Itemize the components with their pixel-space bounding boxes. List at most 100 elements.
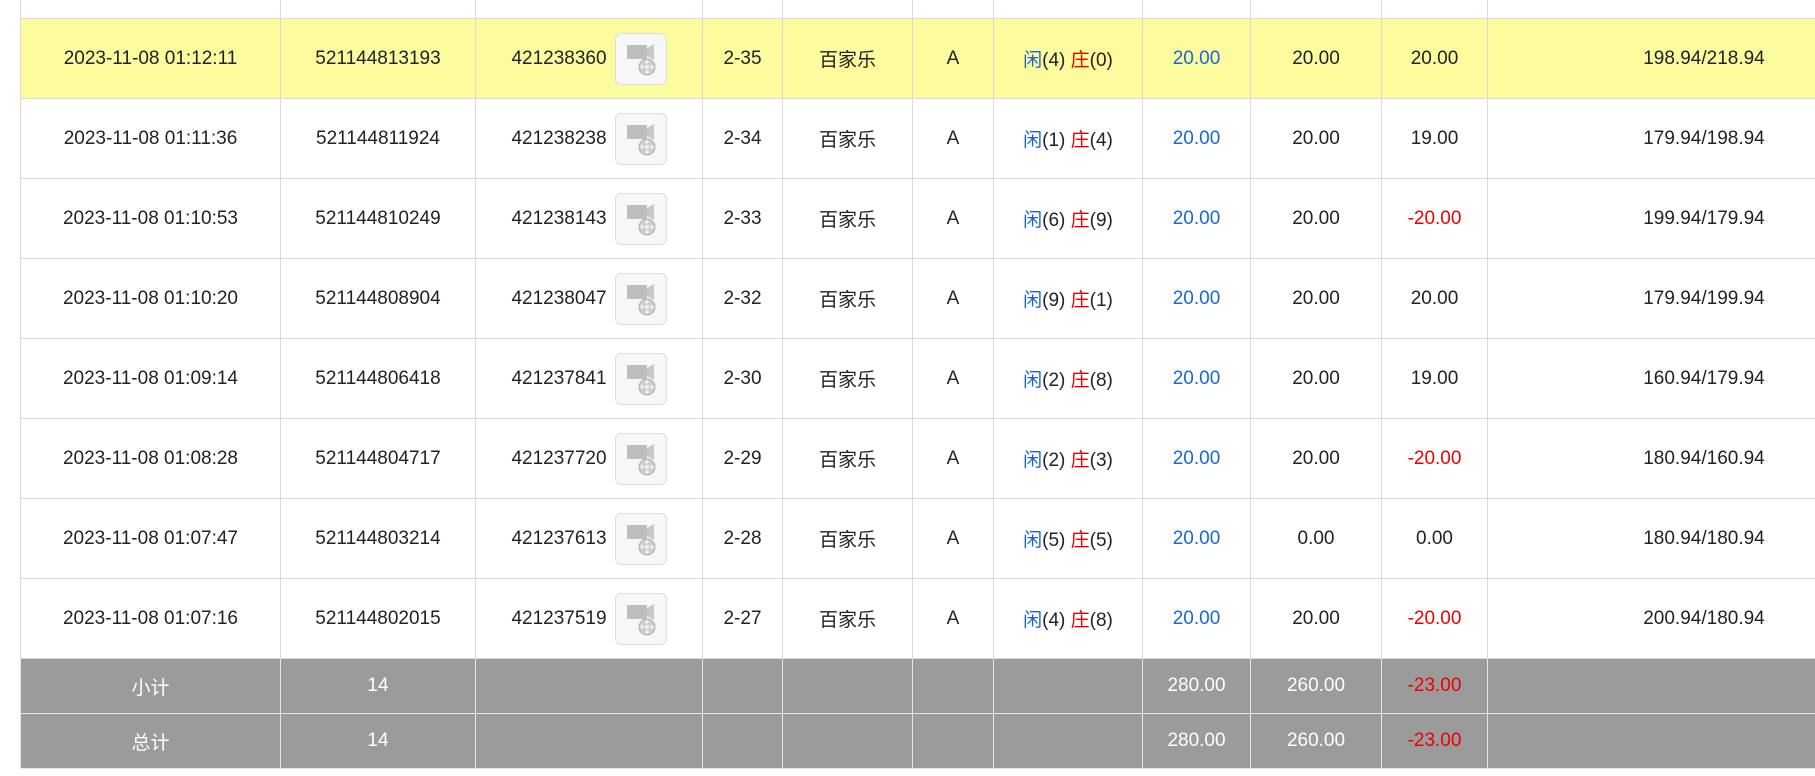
cell-valid-bet: 20.00 (1250, 338, 1382, 419)
cell-game-name: 百家乐 (782, 418, 913, 499)
cell-bet-time: 2023-11-08 01:07:47 (20, 498, 281, 579)
cell-order-id: 521144808904 (280, 258, 476, 339)
video-replay-icon[interactable] (614, 432, 667, 485)
cell-valid-bet: 20.00 (1250, 18, 1382, 99)
cell-balance: 198.94/218.94 (1487, 18, 1815, 99)
banker-score: (8) (1089, 370, 1113, 391)
cell-game-name: 百家乐 (782, 338, 913, 419)
total-summary-label: 总计 (20, 713, 281, 769)
player-score: (4) (1042, 50, 1066, 71)
total-summary-valid-bet: 260.00 (1250, 713, 1382, 769)
cell-bet-amount: 20.00 (1142, 578, 1251, 659)
cell-seat: A (912, 258, 994, 339)
cell-round-id: 421237841 (475, 338, 703, 419)
cell-balance: 200.94/180.94 (1487, 578, 1815, 659)
total-summary-win-loss: -23.00 (1381, 713, 1488, 769)
player-score: (5) (1042, 530, 1066, 551)
cell-valid-bet: 20.00 (1250, 578, 1382, 659)
bet-history-table-wrapper: 2023-11-08 01:12:11 521144813193 4212383… (20, 0, 1815, 769)
cell-balance: 179.94/199.94 (1487, 258, 1815, 339)
subtotal-empty-cell (782, 658, 913, 714)
cell-order-id: 521144804717 (280, 418, 476, 499)
cell-table-number: 2-29 (702, 418, 783, 499)
subtotal-empty-cell (993, 658, 1143, 714)
banker-score: (0) (1089, 50, 1113, 71)
video-replay-icon[interactable] (614, 512, 667, 565)
video-replay-icon[interactable] (614, 32, 667, 85)
subtotal-empty-cell (1487, 658, 1815, 714)
total-empty-cell (475, 713, 703, 769)
cell-round-id: 421238047 (475, 258, 703, 339)
cell-round-id: 421237519 (475, 578, 703, 659)
player-label: 闲 (1023, 210, 1043, 231)
cell-win-loss: 19.00 (1381, 98, 1488, 179)
cell-valid-bet: 20.00 (1250, 418, 1382, 499)
total-empty-cell (993, 713, 1143, 769)
player-label: 闲 (1023, 130, 1043, 151)
table-row: 2023-11-08 01:09:14 521144806418 4212378… (20, 338, 1815, 419)
cell-round-id: 421237613 (475, 498, 703, 579)
cell-result: 闲(6) 庄(9) (993, 178, 1143, 259)
cell-bet-amount: 20.00 (1142, 418, 1251, 499)
total-empty-cell (782, 713, 913, 769)
banker-score: (3) (1089, 450, 1113, 471)
cell-bet-time: 2023-11-08 01:08:28 (20, 418, 281, 499)
cell-bet-amount: 20.00 (1142, 178, 1251, 259)
table-row: 2023-11-08 01:07:16 521144802015 4212375… (20, 578, 1815, 659)
player-label: 闲 (1023, 50, 1043, 71)
video-replay-icon[interactable] (614, 192, 667, 245)
cell-bet-time: 2023-11-08 01:10:20 (20, 258, 281, 339)
cell-win-loss: 19.00 (1381, 338, 1488, 419)
cell-valid-bet: 20.00 (1250, 98, 1382, 179)
cell-bet-time: 2023-11-08 01:09:14 (20, 338, 281, 419)
cell-round-id: 421237720 (475, 418, 703, 499)
cell-win-loss: -20.00 (1381, 178, 1488, 259)
total-row: 总计 14 280.00 260.00 -23.00 (20, 713, 1815, 769)
cell-seat: A (912, 98, 994, 179)
banker-score: (9) (1089, 210, 1113, 231)
video-replay-icon[interactable] (614, 352, 667, 405)
table-row-partial (20, 0, 1815, 19)
cell-valid-bet: 20.00 (1250, 178, 1382, 259)
cell-bet-amount: 20.00 (1142, 498, 1251, 579)
video-replay-icon[interactable] (614, 592, 667, 645)
table-row: 2023-11-08 01:10:20 521144808904 4212380… (20, 258, 1815, 339)
cell-seat: A (912, 18, 994, 99)
banker-score: (5) (1089, 530, 1113, 551)
cell-order-id: 521144802015 (280, 578, 476, 659)
cell-order-id: 521144803214 (280, 498, 476, 579)
player-label: 闲 (1023, 290, 1043, 311)
cell-balance: 180.94/160.94 (1487, 418, 1815, 499)
cell-table-number: 2-30 (702, 338, 783, 419)
player-score: (6) (1042, 210, 1066, 231)
video-replay-icon[interactable] (614, 272, 667, 325)
table-row: 2023-11-08 01:10:53 521144810249 4212381… (20, 178, 1815, 259)
cell-bet-amount: 20.00 (1142, 258, 1251, 339)
cell-balance: 179.94/198.94 (1487, 98, 1815, 179)
banker-label: 庄 (1070, 370, 1090, 391)
cell-table-number: 2-32 (702, 258, 783, 339)
banker-label: 庄 (1070, 530, 1090, 551)
cell-win-loss: -20.00 (1381, 418, 1488, 499)
cell-bet-time: 2023-11-08 01:07:16 (20, 578, 281, 659)
banker-label: 庄 (1070, 290, 1090, 311)
cell-table-number: 2-34 (702, 98, 783, 179)
cell-seat: A (912, 498, 994, 579)
video-replay-icon[interactable] (614, 112, 667, 165)
table-row: 2023-11-08 01:12:11 521144813193 4212383… (20, 18, 1815, 99)
table-row: 2023-11-08 01:07:47 521144803214 4212376… (20, 498, 1815, 579)
cell-balance: 180.94/180.94 (1487, 498, 1815, 579)
table-row: 2023-11-08 01:08:28 521144804717 4212377… (20, 418, 1815, 499)
player-label: 闲 (1023, 450, 1043, 471)
cell-seat: A (912, 578, 994, 659)
subtotal-row: 小计 14 280.00 260.00 -23.00 (20, 658, 1815, 714)
cell-result: 闲(1) 庄(4) (993, 98, 1143, 179)
cell-bet-amount: 20.00 (1142, 18, 1251, 99)
player-score: (2) (1042, 450, 1066, 471)
cell-result: 闲(5) 庄(5) (993, 498, 1143, 579)
cell-bet-amount: 20.00 (1142, 338, 1251, 419)
player-score: (4) (1042, 610, 1066, 631)
cell-win-loss: -20.00 (1381, 578, 1488, 659)
cell-result: 闲(9) 庄(1) (993, 258, 1143, 339)
cell-win-loss: 20.00 (1381, 258, 1488, 339)
